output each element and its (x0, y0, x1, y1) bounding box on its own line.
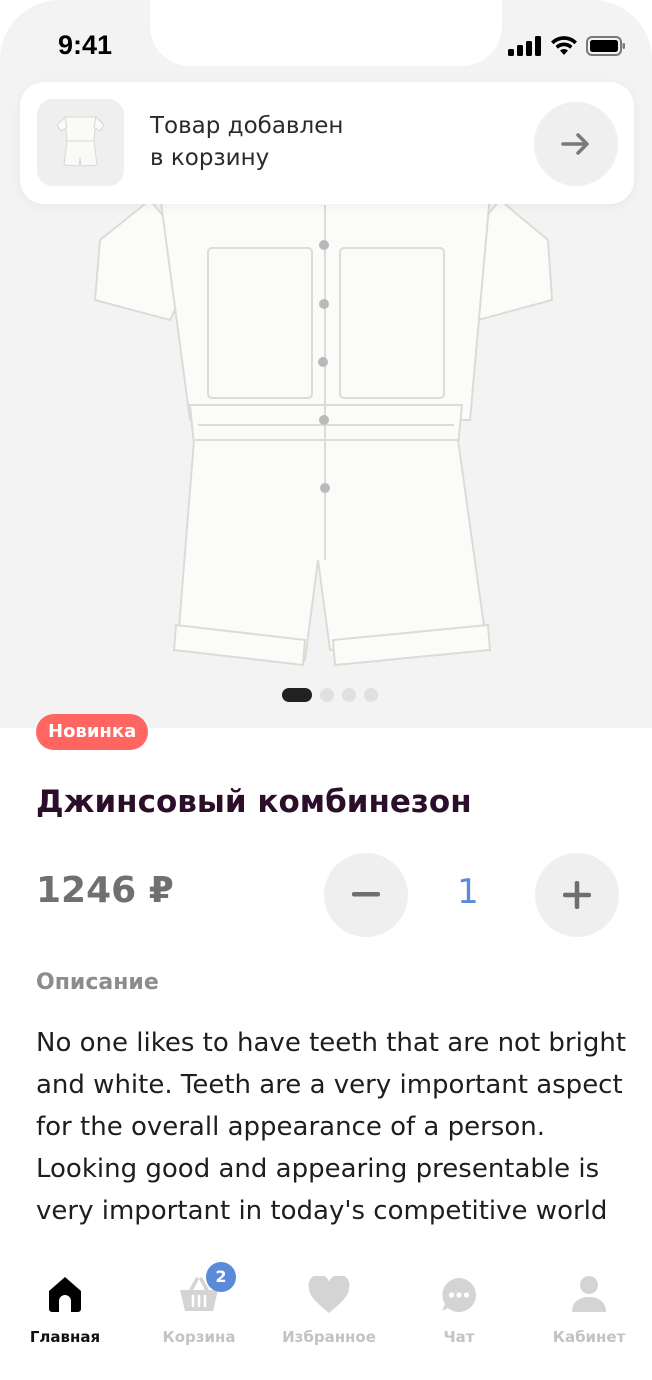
signal-icon (508, 36, 541, 56)
tab-favorites-label: Избранное (282, 1328, 376, 1346)
toast-product-thumbnail (37, 99, 124, 186)
tab-favorites[interactable]: Избранное (264, 1264, 394, 1346)
decrease-quantity-button[interactable] (324, 853, 408, 937)
tab-chat-label: Чат (443, 1328, 475, 1346)
bottom-tab-bar: Главная 2 Корзина Избранное Чат Кабинет (0, 1252, 652, 1380)
go-to-cart-button[interactable] (534, 102, 618, 186)
heart-icon (308, 1276, 350, 1313)
added-to-cart-toast[interactable]: Товар добавлен в корзину (20, 82, 634, 204)
arrow-right-icon (561, 133, 589, 155)
product-price: 1246 ₽ (36, 870, 174, 911)
tab-cart-label: Корзина (162, 1328, 236, 1346)
pagination-dot-active[interactable] (282, 688, 312, 702)
battery-icon (586, 36, 625, 56)
toast-message-line2: в корзину (150, 145, 270, 171)
status-bar: 9:41 (0, 0, 652, 92)
tab-home-label: Главная (29, 1328, 101, 1346)
pagination-dot[interactable] (342, 688, 356, 702)
increase-quantity-button[interactable] (535, 853, 619, 937)
tab-account-label: Кабинет (552, 1328, 626, 1346)
toast-message: Товар добавлен в корзину (150, 110, 510, 174)
status-icons (508, 36, 626, 56)
product-title: Джинсовый комбинезон (36, 784, 472, 820)
user-icon (572, 1276, 606, 1312)
home-icon (49, 1277, 81, 1312)
plus-icon (563, 881, 591, 909)
product-screen: 9:41 Товар добавлен в корзину Новинка Дж… (0, 0, 652, 1380)
quantity-value: 1 (457, 872, 479, 912)
wifi-icon (551, 36, 577, 55)
description-text: No one likes to have teeth that are not … (36, 1028, 627, 1226)
description-container[interactable]: No one likes to have teeth that are not … (36, 1022, 636, 1250)
notch (150, 0, 502, 66)
pagination-dot[interactable] (364, 688, 378, 702)
tab-cart[interactable]: 2 Корзина (134, 1262, 264, 1346)
toast-message-line1: Товар добавлен (150, 113, 344, 139)
tab-account[interactable]: Кабинет (524, 1264, 652, 1346)
minus-icon (352, 892, 380, 897)
chat-icon (442, 1278, 476, 1312)
pagination-dot[interactable] (320, 688, 334, 702)
tab-home[interactable]: Главная (0, 1264, 130, 1346)
tab-chat[interactable]: Чат (394, 1264, 524, 1346)
new-badge: Новинка (36, 714, 149, 750)
gallery-pagination[interactable] (282, 688, 378, 702)
description-heading: Описание (36, 970, 159, 995)
status-time: 9:41 (58, 30, 113, 60)
cart-count-badge: 2 (206, 1262, 236, 1292)
